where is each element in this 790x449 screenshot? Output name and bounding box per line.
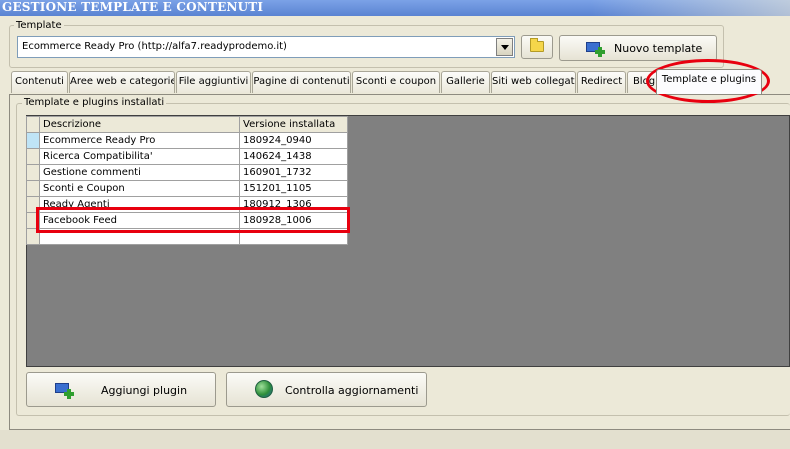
table-row[interactable]: Gestione commenti 160901_1732 (26, 164, 348, 181)
check-updates-label: Controlla aggiornamenti (285, 384, 419, 397)
globe-arrow-icon (255, 380, 273, 398)
table-row[interactable]: Ecommerce Ready Pro 180924_0940 (26, 132, 348, 149)
add-plugin-button[interactable]: Aggiungi plugin (26, 372, 216, 407)
row-indicator (26, 148, 40, 165)
highlight-box-facebook-feed (36, 207, 350, 233)
add-plugin-label: Aggiungi plugin (101, 384, 188, 397)
window-title: GESTIONE TEMPLATE E CONTENUTI (2, 0, 264, 14)
tab-file-aggiuntivi[interactable]: File aggiuntivi (176, 71, 251, 93)
row-indicator (26, 180, 40, 197)
chevron-down-icon[interactable] (496, 38, 513, 56)
table-cell[interactable]: Ricerca Compatibilita' (39, 148, 240, 165)
window-title-bar: GESTIONE TEMPLATE E CONTENUTI (0, 0, 790, 16)
template-select-value: Ecommerce Ready Pro (http://alfa7.readyp… (22, 41, 287, 52)
tab-template-plugins[interactable]: Template e plugins (656, 69, 762, 94)
tab-aree-web-categorie[interactable]: Aree web e categorie (69, 71, 175, 93)
table-row[interactable]: Sconti e Coupon 151201_1105 (26, 180, 348, 197)
template-select[interactable]: Ecommerce Ready Pro (http://alfa7.readyp… (17, 36, 515, 58)
tab-redirect[interactable]: Redirect (577, 71, 626, 93)
table-cell[interactable]: 160901_1732 (239, 164, 348, 181)
browse-folder-button[interactable] (521, 35, 553, 59)
column-header-versione[interactable]: Versione installata (239, 116, 348, 133)
check-updates-button[interactable]: Controlla aggiornamenti (226, 372, 427, 407)
tab-sconti-coupon[interactable]: Sconti e coupon (352, 71, 440, 93)
table-cell[interactable]: 140624_1438 (239, 148, 348, 165)
status-strip (0, 430, 790, 449)
table-cell[interactable]: 151201_1105 (239, 180, 348, 197)
plugins-group-label: Template e plugins installati (22, 97, 167, 108)
table-cell[interactable]: Ecommerce Ready Pro (39, 132, 240, 149)
table-row[interactable]: Ricerca Compatibilita' 140624_1438 (26, 148, 348, 165)
tab-gallerie[interactable]: Gallerie (441, 71, 490, 93)
table-cell[interactable]: Gestione commenti (39, 164, 240, 181)
row-indicator (26, 132, 40, 149)
table-header-row: Descrizione Versione installata (26, 116, 348, 133)
row-indicator (26, 164, 40, 181)
table-cell[interactable]: Sconti e Coupon (39, 180, 240, 197)
tab-contenuti[interactable]: Contenuti (11, 71, 68, 93)
template-group-label: Template (14, 20, 64, 31)
column-header-descrizione[interactable]: Descrizione (39, 116, 240, 133)
new-template-button[interactable]: Nuovo template (559, 35, 717, 61)
tab-siti-web-collegati[interactable]: Siti web collegati (491, 71, 576, 93)
folder-icon (530, 38, 544, 52)
new-template-label: Nuovo template (614, 42, 703, 55)
tab-pagine-contenuti[interactable]: Pagine di contenuti (252, 71, 351, 93)
table-cell[interactable]: 180924_0940 (239, 132, 348, 149)
